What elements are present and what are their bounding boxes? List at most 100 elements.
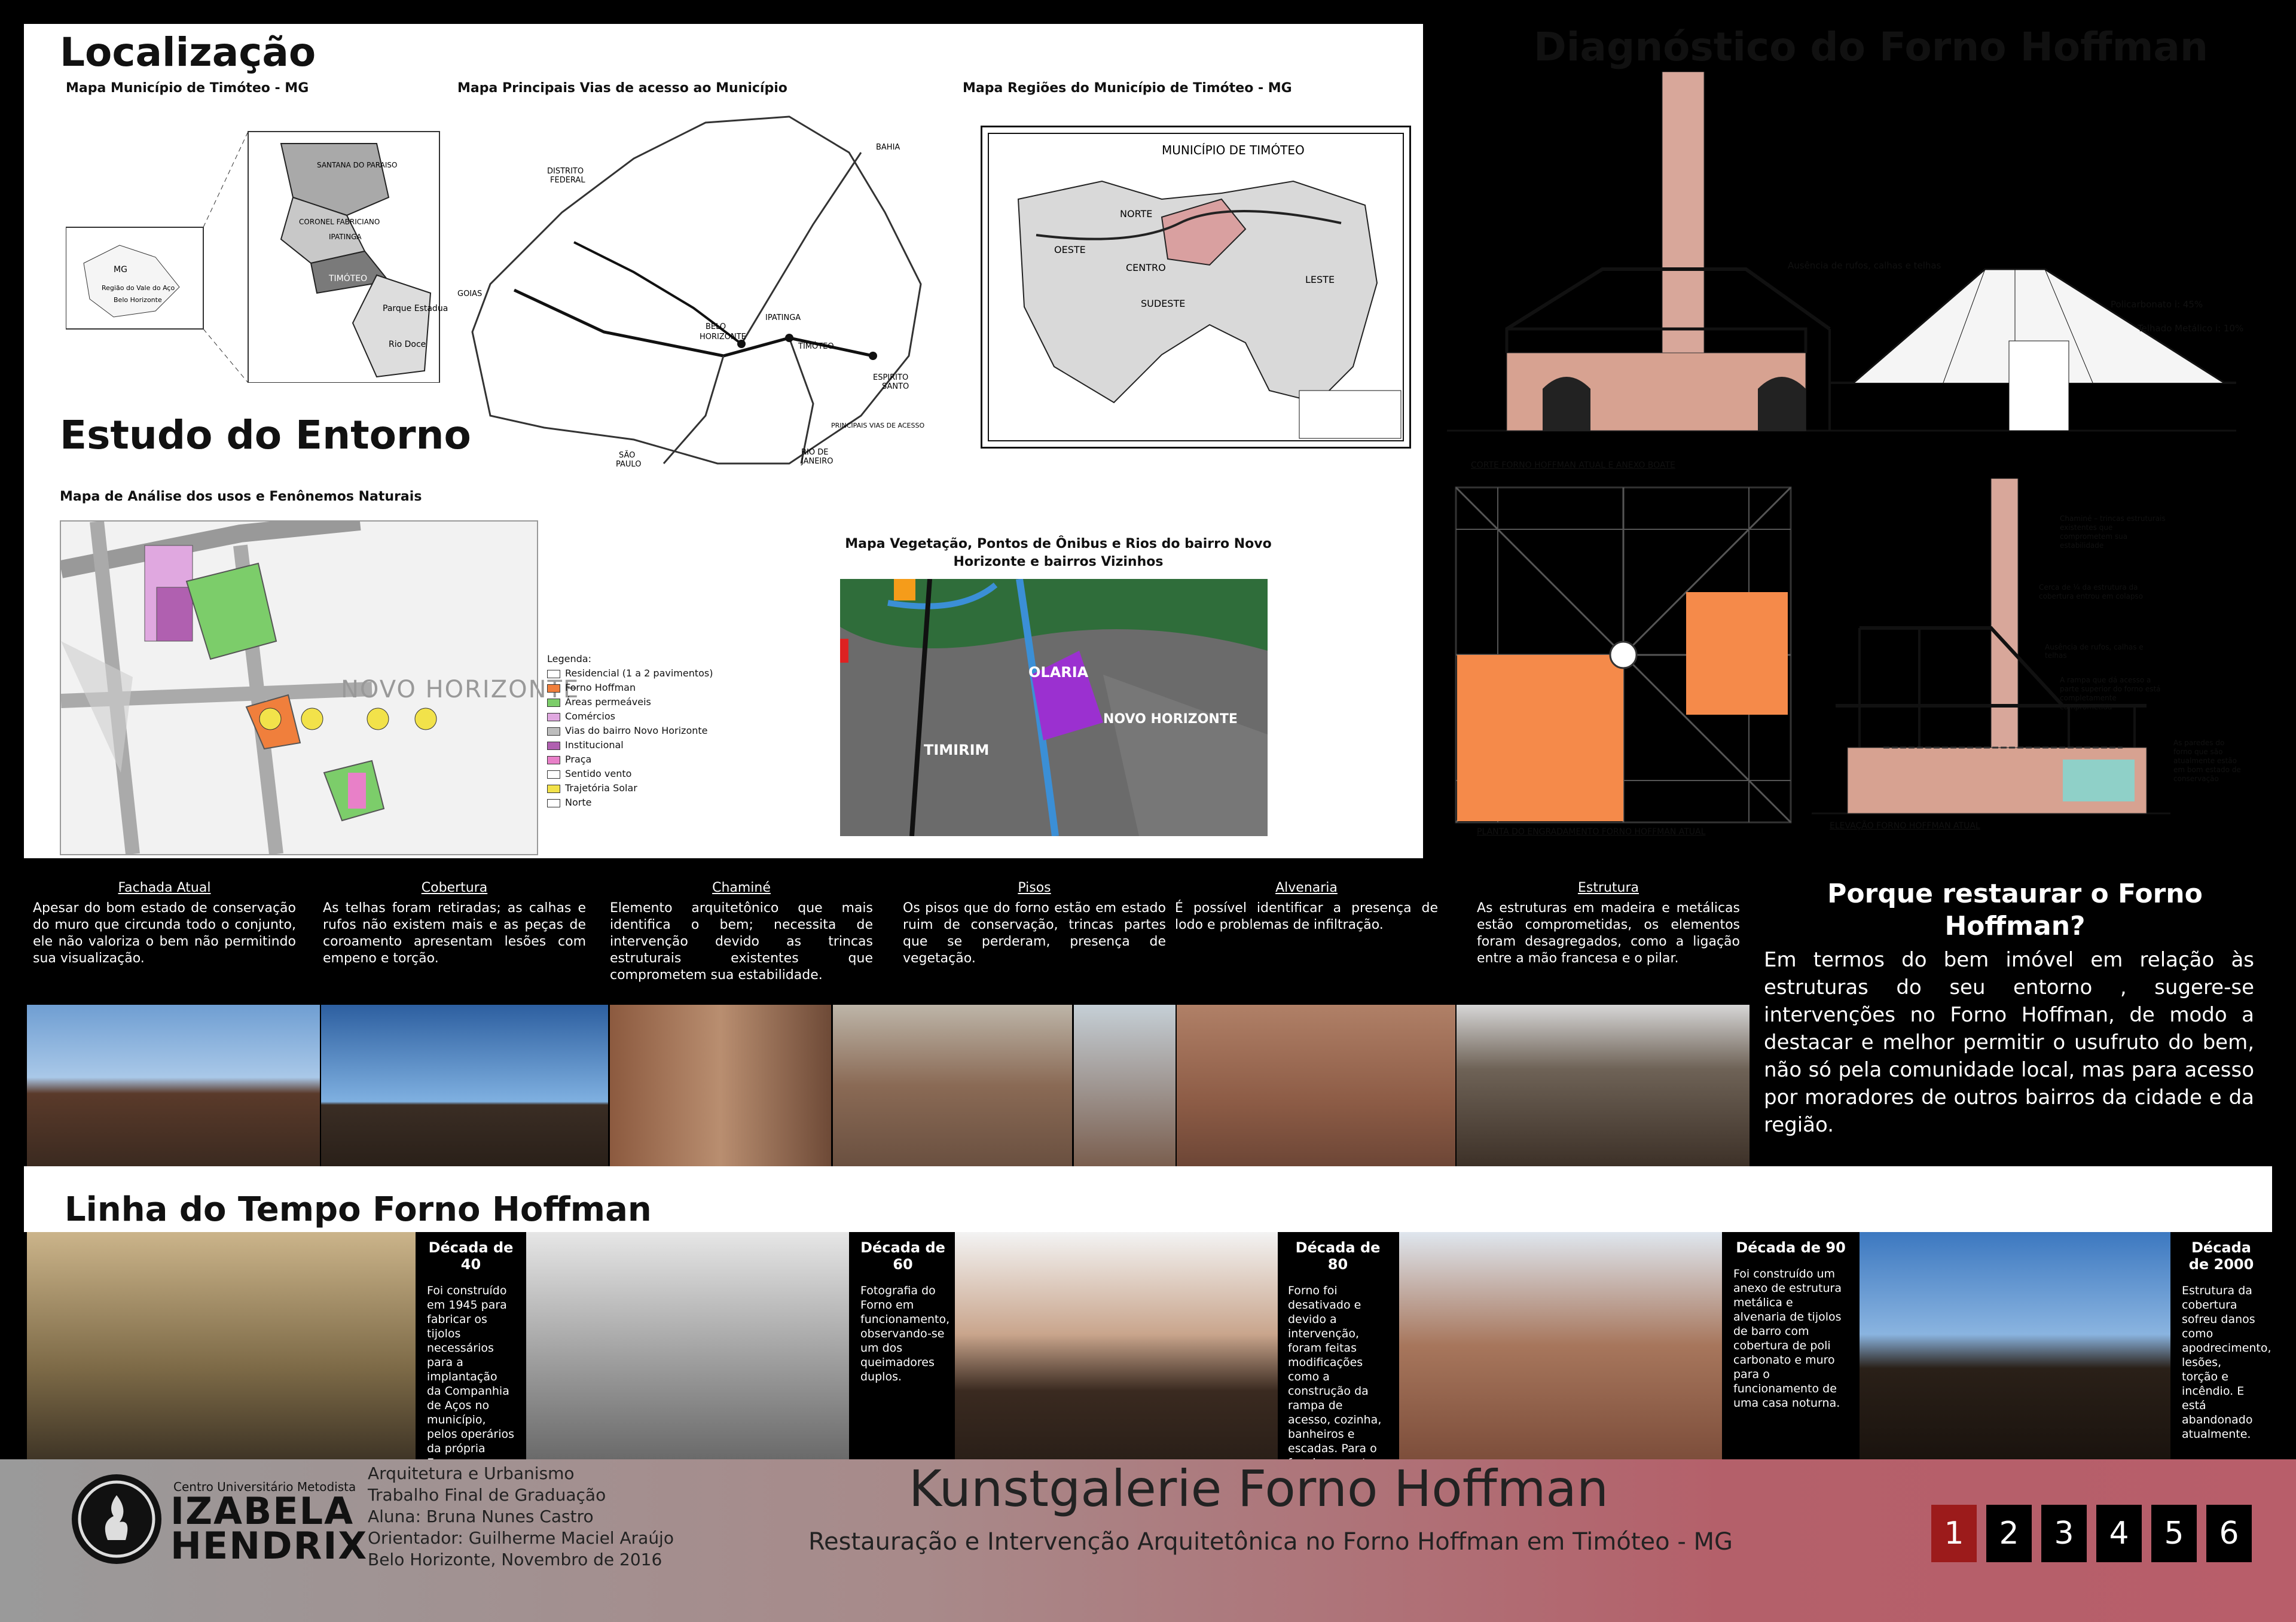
legend-swatch bbox=[547, 698, 560, 707]
legend-swatch bbox=[547, 712, 560, 721]
timeline-photo-60 bbox=[526, 1232, 849, 1459]
legend-item: Vias do bairro Novo Horizonte bbox=[547, 724, 715, 738]
entorno-map-caption: Mapa de Análise dos usos e Fenônemos Nat… bbox=[60, 489, 422, 504]
page-button-2[interactable]: 2 bbox=[1986, 1505, 2032, 1562]
note-rufos-1: Ausência de rufos, calhas e telhas bbox=[1788, 260, 1941, 271]
logo-icon bbox=[72, 1474, 161, 1564]
svg-text:RIO DE: RIO DE bbox=[801, 448, 828, 457]
svg-text:GOIAS: GOIAS bbox=[457, 289, 482, 298]
legend-swatch bbox=[547, 770, 560, 779]
note-telhado: Telhado Metálico i: 10% bbox=[2138, 323, 2244, 334]
legend-item: Praça bbox=[547, 752, 715, 767]
svg-text:MUNICÍPIO DE TIMÓTEO: MUNICÍPIO DE TIMÓTEO bbox=[1162, 143, 1305, 157]
legend-item: Norte bbox=[547, 795, 715, 810]
svg-text:Belo Horizonte: Belo Horizonte bbox=[114, 296, 162, 304]
veg-label-olaria: OLARIA bbox=[1028, 664, 1089, 681]
timeline-photo-80 bbox=[955, 1232, 1278, 1459]
timeline-photo-40 bbox=[27, 1232, 416, 1459]
legend-item: Comércios bbox=[547, 709, 715, 724]
legend-swatch bbox=[547, 741, 560, 750]
timeline-decade: Década de 2000 bbox=[2188, 1239, 2254, 1273]
legend-item: Institucional bbox=[547, 738, 715, 752]
svg-text:BELO: BELO bbox=[706, 322, 726, 331]
legend-swatch bbox=[547, 784, 560, 793]
section-title: Fachada Atual bbox=[118, 880, 211, 895]
svg-text:SANTO: SANTO bbox=[882, 382, 909, 391]
svg-text:HORIZONTE: HORIZONTE bbox=[700, 333, 746, 342]
page-button-3[interactable]: 3 bbox=[2041, 1505, 2087, 1562]
legend-item: Residencial (1 a 2 pavimentos) bbox=[547, 666, 715, 681]
timeline-entry: Década de 2000 Estrutura da cobertura sof… bbox=[2173, 1232, 2271, 1459]
note-policarbonato: Policarbonato i: 45% bbox=[2111, 299, 2203, 310]
svg-text:JANEIRO: JANEIRO bbox=[801, 457, 833, 466]
project-subtitle: Restauração e Intervenção Arquitetônica … bbox=[808, 1528, 1733, 1556]
legend-label: Norte bbox=[565, 797, 592, 808]
page-button-6[interactable]: 6 bbox=[2206, 1505, 2252, 1562]
svg-text:PRINCIPAIS VIAS DE ACESSO: PRINCIPAIS VIAS DE ACESSO bbox=[831, 422, 924, 429]
page-button-4[interactable]: 4 bbox=[2096, 1505, 2142, 1562]
section-text: Os pisos que do forno estão em estado ru… bbox=[903, 901, 1166, 966]
timeline-entry: Década de 80 Forno foi desativado e devid… bbox=[1280, 1232, 1396, 1513]
svg-text:TIMÓTEO: TIMÓTEO bbox=[328, 273, 367, 283]
timeline-text: Estrutura da cobertura sofreu danos como… bbox=[2182, 1284, 2271, 1441]
legend-label: Residencial (1 a 2 pavimentos) bbox=[565, 667, 713, 679]
map-regioes: MUNICÍPIO DE TIMÓTEO OESTE NORTE CENTRO … bbox=[981, 126, 1411, 449]
photo-fachada bbox=[27, 1005, 320, 1166]
corte-caption: CORTE FORNO HOFFMAN ATUAL E ANEXO BOATE bbox=[1471, 461, 1675, 470]
planta-caption: PLANTA DO ENGRADAMENTO FORNO HOFFMAN ATU… bbox=[1477, 827, 1706, 837]
legend-swatch bbox=[547, 755, 560, 764]
svg-text:TIMÓTEO: TIMÓTEO bbox=[798, 342, 834, 351]
veg-label-timirim: TIMIRIM bbox=[924, 742, 990, 758]
section-text: As estruturas em madeira e metálicas est… bbox=[1477, 901, 1740, 966]
timeline-decade: Década de 60 bbox=[860, 1239, 945, 1273]
section-text: É possível identificar a presença de lod… bbox=[1175, 901, 1438, 932]
legend-label: Praça bbox=[565, 754, 592, 765]
legend-item: Forno Hoffman bbox=[547, 681, 715, 695]
timeline-decade: Década de 80 bbox=[1295, 1239, 1381, 1273]
map1-caption: Mapa Município de Timóteo - MG bbox=[66, 81, 309, 96]
legend-label: Áreas permeáveis bbox=[565, 696, 651, 708]
svg-text:NORTE: NORTE bbox=[1120, 208, 1152, 219]
photo-pisos-2 bbox=[1074, 1005, 1176, 1166]
footer-info-line: Trabalho Final de Graduação bbox=[368, 1485, 606, 1505]
timeline-decade: Década de 90 bbox=[1736, 1239, 1846, 1256]
legend-swatch bbox=[547, 684, 560, 693]
photo-alvenaria bbox=[1177, 1005, 1455, 1166]
note-rampa: A rampa que dá acesso a parte superior d… bbox=[2060, 676, 2161, 711]
svg-text:SUDESTE: SUDESTE bbox=[1141, 298, 1185, 309]
svg-text:OESTE: OESTE bbox=[1054, 244, 1086, 255]
page-button-5[interactable]: 5 bbox=[2151, 1505, 2197, 1562]
entorno-title: Estudo do Entorno bbox=[60, 412, 471, 458]
svg-text:CORONEL FABRICIANO: CORONEL FABRICIANO bbox=[299, 218, 380, 226]
section-title: Cobertura bbox=[421, 880, 488, 895]
planta-drawing bbox=[1450, 481, 1797, 828]
section-text: Elemento arquitetônico que mais identifi… bbox=[610, 901, 873, 983]
legend-label: Vias do bairro Novo Horizonte bbox=[565, 725, 708, 736]
note-paredes: As paredes do forno que são atualmente e… bbox=[2173, 739, 2241, 783]
page-button-1[interactable]: 1 bbox=[1931, 1505, 1977, 1562]
svg-text:FEDERAL: FEDERAL bbox=[550, 176, 585, 185]
footer-info: Arquitetura e Urbanismo Trabalho Final de… bbox=[368, 1463, 726, 1571]
section-text: As telhas foram retiradas; as calhas e r… bbox=[323, 901, 586, 966]
timeline-text: Foi construído um anexo de estrutura met… bbox=[1733, 1267, 1842, 1410]
map-vegetacao bbox=[840, 579, 1268, 836]
svg-text:DISTRITO: DISTRITO bbox=[547, 167, 584, 176]
svg-text:LESTE: LESTE bbox=[1305, 274, 1335, 285]
legend-item: Sentido vento bbox=[547, 767, 715, 781]
footer-info-line: Aluna: Bruna Nunes Castro bbox=[368, 1507, 594, 1526]
svg-text:IPATINGA: IPATINGA bbox=[329, 233, 362, 241]
section-title: Alvenaria bbox=[1275, 880, 1338, 895]
section-title: Estrutura bbox=[1577, 880, 1639, 895]
timeline-decade: Década de 40 bbox=[428, 1239, 514, 1273]
svg-text:CENTRO: CENTRO bbox=[1126, 262, 1166, 273]
legend-label: Comércios bbox=[565, 711, 615, 722]
svg-text:MG: MG bbox=[114, 265, 127, 275]
svg-text:SANTANA DO PARAISO: SANTANA DO PARAISO bbox=[317, 161, 397, 169]
veg-label-novo-horizonte: NOVO HORIZONTE bbox=[1103, 712, 1238, 727]
elevacao-caption: ELEVAÇÃO FORNO HOFFMAN ATUAL bbox=[1830, 821, 1980, 831]
legend-title: Legenda: bbox=[547, 653, 591, 664]
photo-estrutura bbox=[1457, 1005, 1750, 1166]
photo-chamine bbox=[610, 1005, 831, 1166]
footer-info-line: Arquitetura e Urbanismo bbox=[368, 1464, 575, 1483]
veg-map-caption: Mapa Vegetação, Pontos de Ônibus e Rios … bbox=[845, 536, 1272, 569]
